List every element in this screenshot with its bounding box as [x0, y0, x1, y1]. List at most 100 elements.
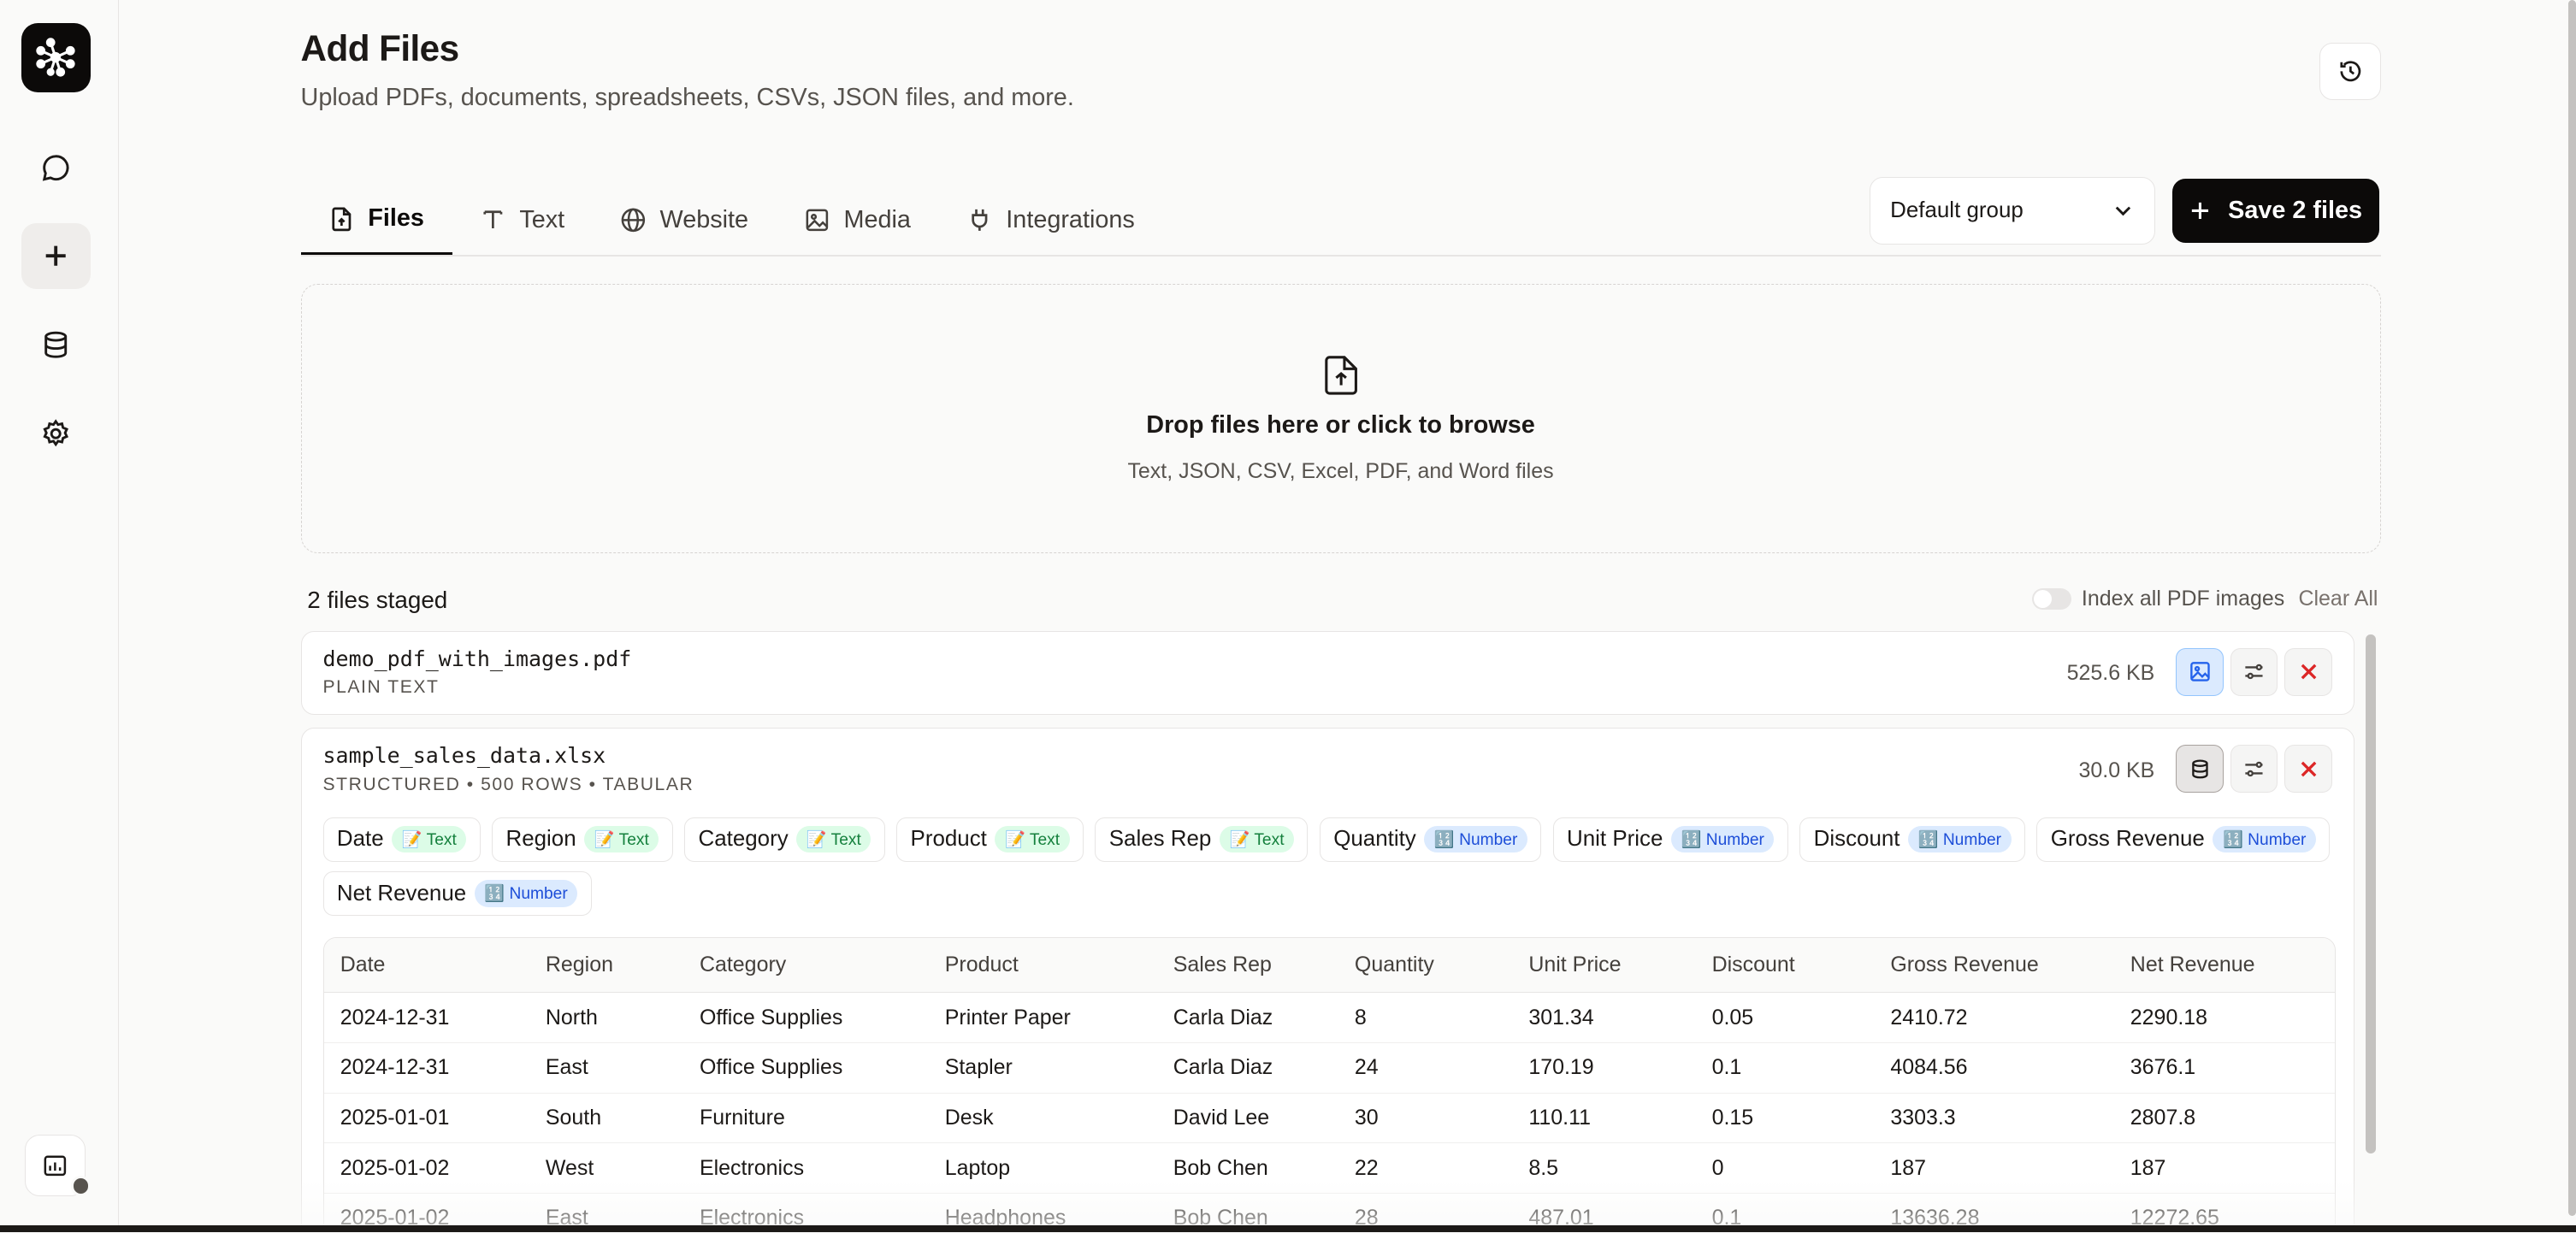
chat-icon — [42, 155, 69, 181]
sidebar-item-chat[interactable] — [21, 135, 91, 201]
page-scrollbar[interactable] — [2567, 0, 2576, 1216]
tab-label: Website — [659, 205, 749, 233]
column-name: Quantity — [1333, 827, 1416, 852]
tabs-divider — [300, 254, 2381, 257]
table-cell: 187 — [1874, 1142, 2114, 1194]
column-name: Category — [698, 827, 789, 852]
column-header[interactable]: Region — [529, 937, 683, 994]
table-row: 2024-12-31 North Office Supplies Printer Pa… — [323, 992, 2335, 1043]
column-chip[interactable]: Region 📝 Text — [492, 817, 673, 862]
table-cell: 3676.1 — [2113, 1042, 2335, 1094]
table-header-row: Date Region Category Product Sales Rep Quanti… — [323, 937, 2335, 994]
save-files-button[interactable]: Save 2 files — [2171, 179, 2379, 244]
tab-label: Files — [368, 204, 424, 233]
tab-integrations[interactable]: Integrations — [939, 186, 1163, 255]
tab-text[interactable]: Text — [452, 186, 593, 255]
table-cell: South — [529, 1093, 683, 1144]
column-type-badge: 📝 Text — [584, 825, 659, 853]
remove-file-button[interactable] — [2284, 745, 2332, 793]
table-cell: Desk — [928, 1093, 1157, 1144]
file-name: demo_pdf_with_images.pdf — [322, 646, 632, 671]
table-cell: West — [529, 1142, 683, 1194]
table-cell: Office Supplies — [682, 992, 929, 1043]
file-settings-button[interactable] — [2230, 745, 2278, 793]
table-row: 2025-01-02 West Electronics Laptop Bob Chen 2… — [323, 1142, 2335, 1194]
column-chip[interactable]: Unit Price 🔢 Number — [1552, 817, 1788, 862]
column-chip[interactable]: Discount 🔢 Number — [1799, 817, 2025, 862]
group-select-value: Default group — [1890, 198, 2024, 223]
column-chip[interactable]: Sales Rep 📝 Text — [1095, 817, 1309, 862]
history-button[interactable] — [2319, 42, 2381, 101]
column-chip[interactable]: Product 📝 Text — [896, 817, 1084, 862]
tab-bar: Files Text Website Media Integrations — [300, 186, 1163, 255]
table-cell: 2025-01-02 — [323, 1142, 529, 1194]
file-upload-icon — [1325, 356, 1358, 395]
table-cell: 110.11 — [1512, 1093, 1696, 1144]
column-chip[interactable]: Category 📝 Text — [684, 817, 885, 862]
file-dropzone[interactable]: Drop files here or click to browse Text,… — [300, 284, 2381, 554]
table-cell: 30 — [1338, 1093, 1513, 1144]
staged-file-item: demo_pdf_with_images.pdf PLAIN TEXT 525.… — [300, 630, 2354, 715]
group-select[interactable]: Default group — [1870, 177, 2156, 245]
data-preview-table: Date Region Category Product Sales Rep Quanti… — [322, 936, 2336, 1232]
page-subtitle: Upload PDFs, documents, spreadsheets, CS… — [300, 83, 1074, 111]
table-cell: 4084.56 — [1874, 1042, 2114, 1094]
remove-file-button[interactable] — [2284, 647, 2332, 696]
tab-media[interactable]: Media — [777, 186, 939, 255]
table-cell: 0.15 — [1695, 1093, 1875, 1144]
file-size: 525.6 KB — [2066, 661, 2155, 686]
database-icon — [2192, 759, 2208, 779]
column-name: Discount — [1813, 827, 1900, 852]
staged-files-title: 2 files staged — [307, 586, 448, 613]
dropzone-subtitle: Text, JSON, CSV, Excel, PDF, and Word fi… — [1127, 458, 1554, 483]
table-cell: 8.5 — [1512, 1142, 1696, 1194]
column-name: Gross Revenue — [2050, 827, 2205, 852]
app-logo[interactable] — [21, 22, 91, 92]
column-header[interactable]: Date — [323, 937, 529, 994]
column-header[interactable]: Discount — [1695, 937, 1875, 994]
close-icon — [2301, 664, 2316, 680]
column-chip[interactable]: Gross Revenue 🔢 Number — [2036, 817, 2331, 862]
column-chip[interactable]: Date 📝 Text — [322, 817, 481, 862]
file-upload-icon — [332, 207, 352, 231]
tab-website[interactable]: Website — [593, 186, 777, 255]
sidebar-item-database[interactable] — [21, 312, 91, 378]
sliders-icon — [2245, 664, 2263, 680]
table-cell: 2024-12-31 — [323, 1042, 529, 1094]
table-cell: 8 — [1338, 992, 1513, 1043]
globe-icon — [622, 208, 646, 233]
tab-files[interactable]: Files — [300, 186, 452, 255]
table-cell: Bob Chen — [1156, 1142, 1338, 1194]
table-cell: 3303.3 — [1874, 1093, 2114, 1144]
column-header[interactable]: Quantity — [1338, 937, 1513, 994]
column-header[interactable]: Unit Price — [1512, 937, 1696, 994]
column-header[interactable]: Net Revenue — [2113, 937, 2335, 994]
column-header[interactable]: Gross Revenue — [1874, 937, 2114, 994]
plus-icon — [2191, 203, 2209, 220]
database-icon — [44, 331, 68, 358]
structured-data-button[interactable] — [2176, 745, 2224, 793]
table-row: 2025-01-01 South Furniture Desk David Lee 30 1… — [323, 1093, 2335, 1144]
index-images-button[interactable] — [2176, 647, 2224, 696]
column-chip[interactable]: Quantity 🔢 Number — [1319, 817, 1542, 862]
table-cell: Stapler — [928, 1042, 1157, 1094]
column-header[interactable]: Category — [682, 937, 929, 994]
file-list-scrollbar[interactable] — [2366, 634, 2376, 1153]
chevron-down-icon — [2116, 206, 2131, 216]
index-pdf-images-toggle[interactable] — [2032, 587, 2072, 610]
sidebar-item-add[interactable] — [21, 223, 91, 290]
table-cell: 2025-01-01 — [323, 1093, 529, 1144]
table-cell: 301.34 — [1512, 992, 1696, 1043]
table-cell: Electronics — [682, 1142, 929, 1194]
file-settings-button[interactable] — [2230, 647, 2278, 696]
sidebar-item-settings[interactable] — [21, 401, 91, 467]
window-bottom-edge — [0, 1225, 2576, 1232]
table-cell: Carla Diaz — [1156, 992, 1338, 1043]
column-header[interactable]: Product — [928, 937, 1157, 994]
column-type-badge: 📝 Text — [995, 825, 1070, 853]
page-title: Add Files — [300, 27, 460, 68]
column-header[interactable]: Sales Rep — [1156, 937, 1338, 994]
clear-all-button[interactable]: Clear All — [2298, 587, 2378, 611]
column-chip[interactable]: Net Revenue 🔢 Number — [322, 871, 592, 916]
table-cell: 0.1 — [1695, 1042, 1875, 1094]
